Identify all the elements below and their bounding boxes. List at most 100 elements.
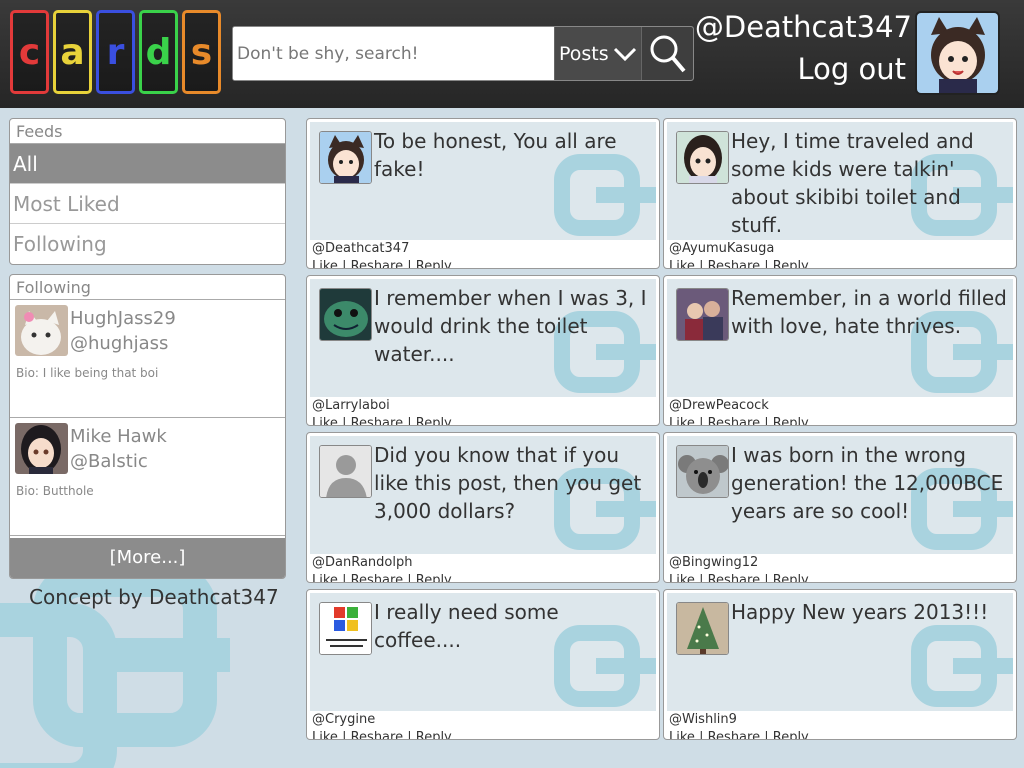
cards-logo[interactable]: c a r d s — [10, 10, 221, 94]
like-button[interactable]: Like — [312, 416, 338, 425]
post-actions: Like | Reshare | Reply — [669, 573, 809, 583]
green-creature-icon — [320, 289, 371, 340]
like-button[interactable]: Like — [669, 730, 695, 739]
action-separator: | — [407, 730, 412, 740]
reshare-button[interactable]: Reshare — [708, 416, 760, 425]
reshare-button[interactable]: Reshare — [708, 259, 760, 268]
avatar — [15, 423, 68, 474]
post-card[interactable]: To be honest, You all are fake! @Deathcat… — [306, 118, 660, 269]
post-body: Happy New years 2013!!! — [667, 593, 1013, 711]
post-card[interactable]: Happy New years 2013!!! @Wishlin9 Like | R… — [663, 589, 1017, 740]
logo-letter-c: c — [10, 10, 49, 94]
post-author-handle[interactable]: @DanRandolph — [312, 555, 412, 570]
feed-item-most-liked[interactable]: Most Liked — [10, 184, 285, 224]
post-actions: Like | Reshare | Reply — [312, 259, 452, 269]
logo-letter-d: d — [139, 10, 178, 94]
top-bar: c a r d s Posts @Deathcat347 Log out — [0, 0, 1024, 108]
avatar[interactable] — [676, 131, 729, 184]
logo-letter-r: r — [96, 10, 135, 94]
more-following-button[interactable]: [More...] — [10, 538, 285, 578]
anime-girl-icon — [15, 423, 68, 474]
post-card[interactable]: Did you know that if you like this post,… — [306, 432, 660, 583]
following-title: Following — [10, 275, 285, 300]
post-author-handle[interactable]: @DrewPeacock — [669, 398, 769, 413]
search-button[interactable] — [641, 27, 693, 80]
christmas-tree-icon — [677, 603, 728, 654]
action-separator: | — [699, 730, 704, 740]
post-text: Happy New years 2013!!! — [731, 600, 989, 624]
default-user-icon — [320, 446, 371, 497]
following-user-bio: Bio: Butthole — [16, 484, 94, 498]
reply-button[interactable]: Reply — [416, 730, 452, 739]
reshare-button[interactable]: Reshare — [708, 573, 760, 582]
reshare-button[interactable]: Reshare — [708, 730, 760, 739]
windows-logo-icon — [320, 603, 371, 654]
following-user-handle: @hughjass — [70, 333, 169, 354]
post-actions: Like | Reshare | Reply — [669, 730, 809, 740]
avatar[interactable] — [676, 445, 729, 498]
action-separator: | — [764, 573, 769, 583]
search-input[interactable] — [233, 27, 554, 80]
avatar[interactable] — [319, 602, 372, 655]
post-card[interactable]: I was born in the wrong generation! the … — [663, 432, 1017, 583]
concept-credit: Concept by Deathcat347 — [29, 585, 279, 609]
avatar[interactable] — [676, 602, 729, 655]
cat-ear-girl-icon — [917, 13, 998, 93]
post-author-handle[interactable]: @Crygine — [312, 712, 375, 727]
logout-link[interactable]: Log out — [797, 52, 906, 86]
reshare-button[interactable]: Reshare — [351, 416, 403, 425]
action-separator: | — [699, 416, 704, 426]
like-button[interactable]: Like — [312, 259, 338, 268]
post-text: I was born in the wrong generation! the … — [731, 443, 1004, 523]
following-user-card[interactable]: Mike Hawk @Balstic Bio: Butthole — [10, 418, 285, 536]
following-user-card[interactable]: HughJass29 @hughjass Bio: I like being t… — [10, 300, 285, 418]
post-author-handle[interactable]: @Larrylaboi — [312, 398, 390, 413]
action-separator: | — [407, 573, 412, 583]
logo-letter-s: s — [182, 10, 221, 94]
following-user-name: HughJass29 — [70, 308, 176, 329]
like-button[interactable]: Like — [669, 573, 695, 582]
action-separator: | — [342, 259, 347, 269]
following-user-name: Mike Hawk — [70, 426, 167, 447]
post-actions: Like | Reshare | Reply — [312, 730, 452, 740]
post-card[interactable]: Remember, in a world filled with love, h… — [663, 275, 1017, 426]
post-author-handle[interactable]: @Wishlin9 — [669, 712, 737, 727]
search-scope-dropdown[interactable]: Posts — [554, 27, 641, 80]
post-card[interactable]: I remember when I was 3, I would drink t… — [306, 275, 660, 426]
post-author-handle[interactable]: @AyumuKasuga — [669, 241, 774, 256]
koala-icon — [677, 446, 728, 497]
post-body: Hey, I time traveled and some kids were … — [667, 122, 1013, 240]
like-button[interactable]: Like — [669, 416, 695, 425]
post-body: Did you know that if you like this post,… — [310, 436, 656, 554]
action-separator: | — [407, 259, 412, 269]
following-user-handle: @Balstic — [70, 451, 148, 472]
feed-item-all[interactable]: All — [10, 144, 285, 184]
reply-button[interactable]: Reply — [773, 573, 809, 582]
like-button[interactable]: Like — [312, 730, 338, 739]
reshare-button[interactable]: Reshare — [351, 730, 403, 739]
avatar[interactable] — [676, 288, 729, 341]
feed-item-following[interactable]: Following — [10, 224, 285, 264]
post-author-handle[interactable]: @Deathcat347 — [312, 241, 409, 256]
action-separator: | — [764, 259, 769, 269]
current-username[interactable]: @Deathcat347 — [695, 10, 912, 44]
avatar[interactable] — [319, 288, 372, 341]
post-author-handle[interactable]: @Bingwing12 — [669, 555, 758, 570]
reply-button[interactable]: Reply — [773, 259, 809, 268]
post-card[interactable]: Hey, I time traveled and some kids were … — [663, 118, 1017, 269]
reply-button[interactable]: Reply — [773, 416, 809, 425]
feeds-title: Feeds — [10, 119, 285, 144]
user-avatar[interactable] — [915, 11, 1000, 95]
post-text: Remember, in a world filled with love, h… — [731, 286, 1007, 338]
like-button[interactable]: Like — [669, 259, 695, 268]
reply-button[interactable]: Reply — [773, 730, 809, 739]
reply-button[interactable]: Reply — [416, 259, 452, 268]
post-card[interactable]: I really need some coffee.... @Crygine Lik… — [306, 589, 660, 740]
avatar[interactable] — [319, 131, 372, 184]
reply-button[interactable]: Reply — [416, 573, 452, 582]
reshare-button[interactable]: Reshare — [351, 259, 403, 268]
like-button[interactable]: Like — [312, 573, 338, 582]
reply-button[interactable]: Reply — [416, 416, 452, 425]
avatar[interactable] — [319, 445, 372, 498]
reshare-button[interactable]: Reshare — [351, 573, 403, 582]
